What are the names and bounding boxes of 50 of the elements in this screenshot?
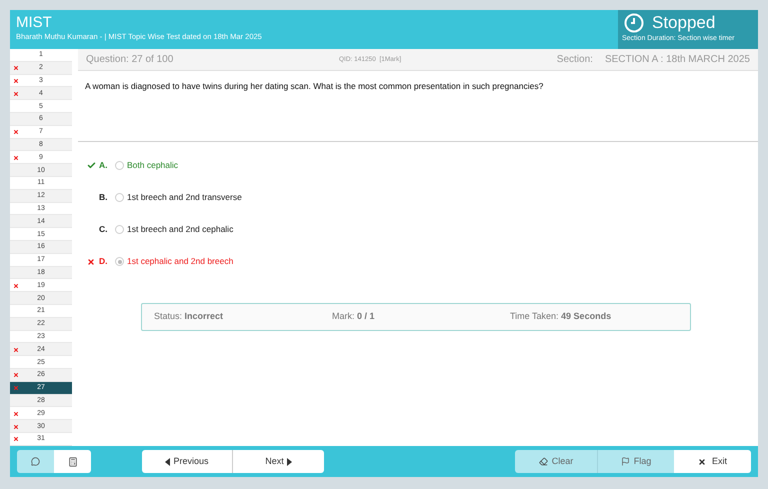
close-icon xyxy=(698,458,706,466)
radio-button[interactable] xyxy=(115,225,124,234)
option-letter: C. xyxy=(99,223,108,236)
option-letter: B. xyxy=(99,191,108,204)
question-counter: Question: 27 of 100 xyxy=(86,53,174,67)
wrong-icon xyxy=(13,129,19,136)
left-triangle-icon xyxy=(165,458,170,466)
radio-button[interactable] xyxy=(115,193,124,202)
radio-button[interactable] xyxy=(115,161,124,170)
eraser-icon xyxy=(538,457,548,466)
flag-button[interactable]: Flag xyxy=(598,450,674,473)
result-item: Status: Incorrect xyxy=(154,310,224,324)
option-letter: D. xyxy=(99,255,108,268)
wrong-icon xyxy=(13,424,19,430)
clear-button[interactable]: Clear xyxy=(515,450,598,473)
comment-button[interactable] xyxy=(17,450,54,473)
calculator-icon xyxy=(68,456,78,466)
app-title: MIST xyxy=(16,14,53,31)
previous-button[interactable]: Previous xyxy=(142,450,233,473)
wrong-icon xyxy=(13,385,19,392)
option-letter: A. xyxy=(99,159,108,172)
option-text[interactable]: 1st breech and 2nd cephalic xyxy=(127,223,234,236)
radio-button[interactable] xyxy=(115,257,124,266)
wrong-icon xyxy=(13,410,19,417)
wrong-icon xyxy=(13,90,19,97)
next-button[interactable]: Next xyxy=(233,450,324,473)
result-item: Mark: 0 / 1 xyxy=(332,310,376,324)
timer-state: Stopped xyxy=(652,12,716,34)
wrong-icon xyxy=(13,154,19,161)
wrong-icon xyxy=(13,346,19,353)
section-name: SECTION A : 18th MARCH 2025 xyxy=(604,53,750,67)
cross-icon xyxy=(87,258,95,266)
option-text[interactable]: Both cephalic xyxy=(127,159,178,172)
option-text[interactable]: 1st breech and 2nd transverse xyxy=(127,191,242,204)
right-triangle-icon xyxy=(286,458,292,466)
exit-button[interactable]: Exit xyxy=(674,450,751,473)
section-label: Section: xyxy=(556,53,593,67)
comment-icon xyxy=(31,457,40,466)
calculator-button[interactable] xyxy=(54,450,91,473)
wrong-icon xyxy=(13,65,19,72)
clock-icon xyxy=(624,13,644,33)
option-text[interactable]: 1st cephalic and 2nd breech xyxy=(127,255,234,268)
wrong-icon xyxy=(13,436,19,442)
question-text: A woman is diagnosed to have twins during her dating scan. What is the most common presentation in such pregnancies? xyxy=(84,80,544,93)
wrong-icon xyxy=(13,282,19,289)
flag-icon xyxy=(620,457,630,466)
wrong-icon xyxy=(13,372,19,378)
check-icon xyxy=(87,161,96,170)
wrong-icon xyxy=(13,78,19,84)
result-item: Time Taken: 49 Seconds xyxy=(510,310,612,324)
